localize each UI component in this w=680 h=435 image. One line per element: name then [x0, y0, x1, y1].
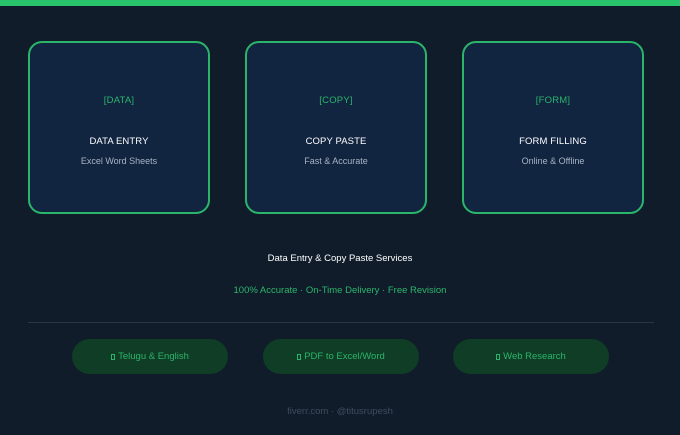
pill-label: Telugu & English: [118, 351, 189, 362]
divider: [28, 322, 654, 323]
pill-web-research: Web Research: [453, 339, 609, 374]
pill-pdf-to-excel: PDF to Excel/Word: [263, 339, 419, 374]
pill-label: Web Research: [503, 351, 566, 362]
placeholder-box-icon: [297, 353, 302, 360]
card-tag: [FORM]: [535, 95, 571, 106]
footer-handle: fiverr.com · @titusrupesh: [287, 406, 393, 417]
card-tag: [DATA]: [103, 95, 135, 106]
services-headline: Data Entry & Copy Paste Services: [267, 253, 413, 264]
placeholder-box-icon: [496, 353, 501, 360]
card-subtitle: Online & Offline: [521, 156, 585, 166]
card-title: DATA ENTRY: [89, 136, 149, 147]
card-subtitle: Fast & Accurate: [304, 156, 368, 166]
service-card-form-filling: [FORM] FORM FILLING Online & Offline: [462, 41, 644, 214]
service-card-data-entry: [DATA] DATA ENTRY Excel Word Sheets: [28, 41, 210, 214]
service-card-copy-paste: [COPY] COPY PASTE Fast & Accurate: [245, 41, 427, 214]
pill-telugu-english: Telugu & English: [72, 339, 228, 374]
placeholder-box-icon: [111, 353, 116, 360]
card-title: COPY PASTE: [305, 136, 367, 147]
services-tagline: 100% Accurate · On-Time Delivery · Free …: [233, 285, 447, 296]
top-accent-bar: [0, 0, 680, 6]
card-subtitle: Excel Word Sheets: [80, 156, 158, 166]
pill-label: PDF to Excel/Word: [304, 351, 385, 362]
card-tag: [COPY]: [319, 95, 353, 106]
card-title: FORM FILLING: [519, 136, 587, 147]
